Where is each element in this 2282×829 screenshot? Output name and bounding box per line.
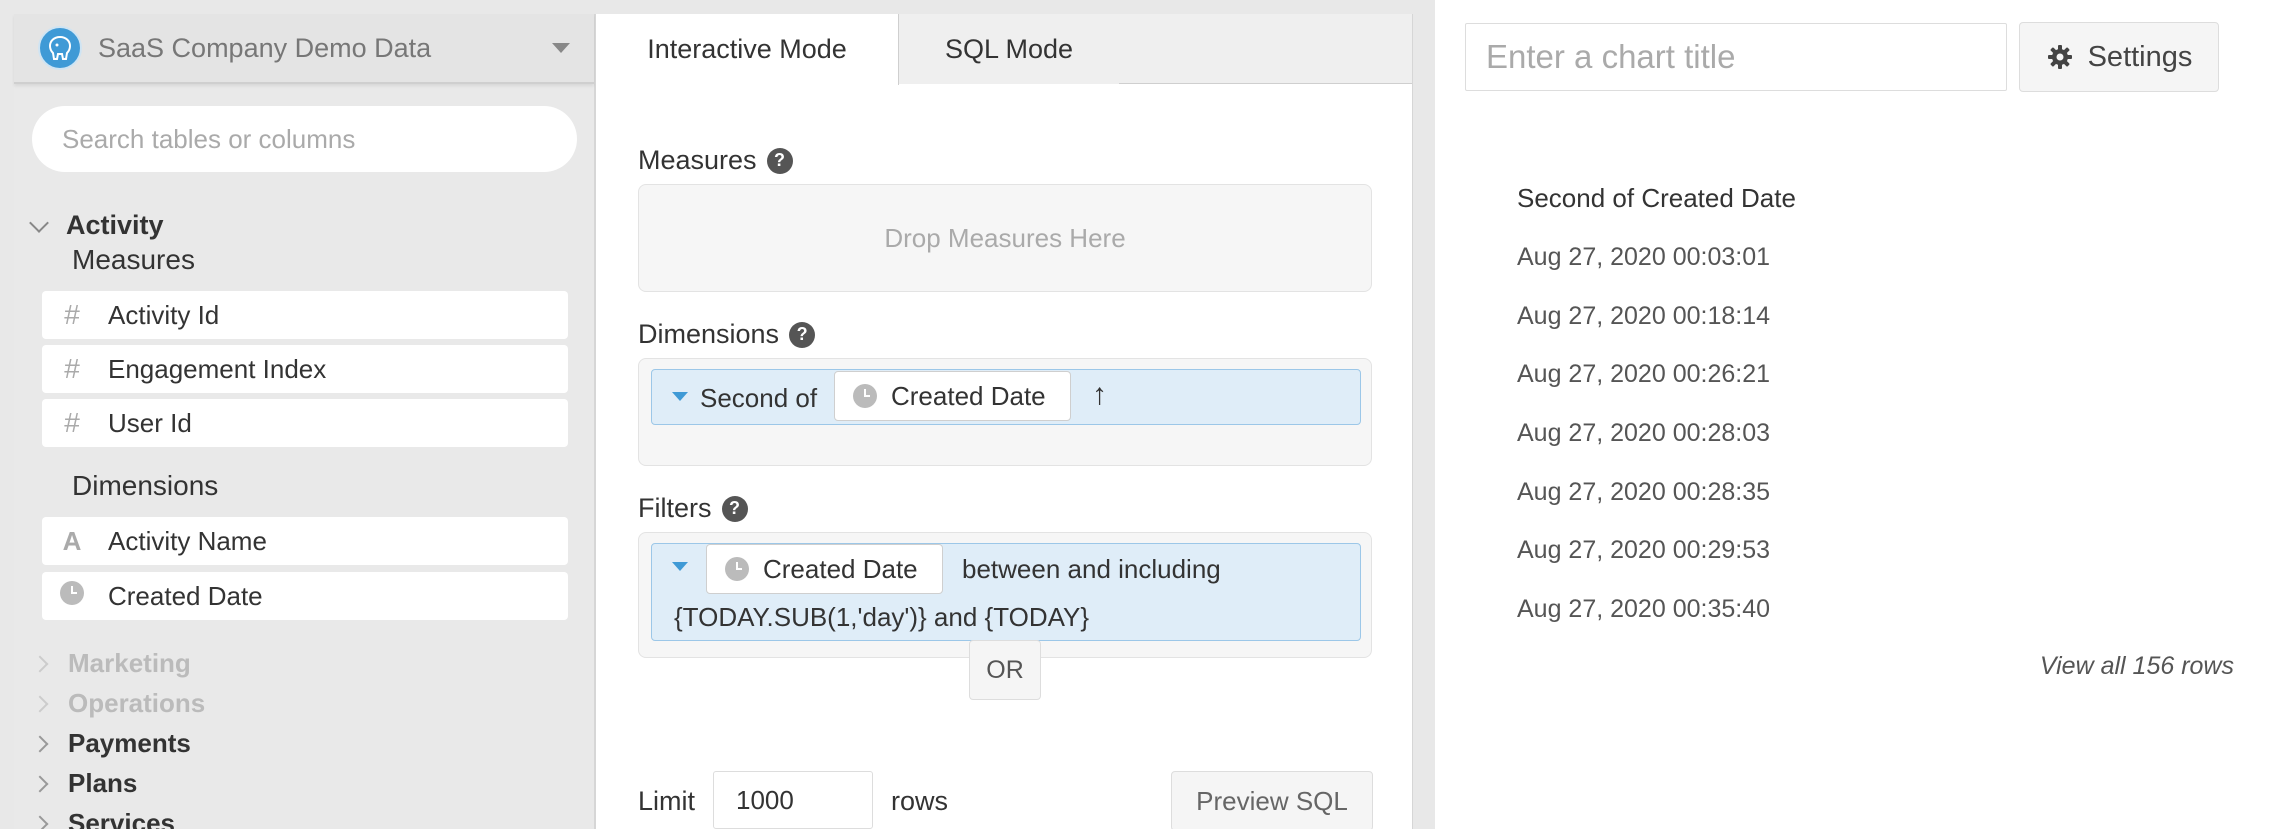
- clock-icon: [853, 384, 877, 408]
- tab-sql-mode[interactable]: SQL Mode: [899, 14, 1119, 84]
- settings-label: Settings: [2087, 40, 2193, 73]
- filters-section-label: Filters ?: [638, 493, 748, 524]
- table-row: Aug 27, 2020 00:29:53: [1517, 536, 1771, 564]
- gear-icon: [2047, 45, 2072, 69]
- section-label-text: Dimensions: [638, 319, 780, 349]
- schema-sidebar: SaaS Company Demo Data Activity Measures…: [14, 14, 595, 829]
- chevron-down-icon: [29, 212, 49, 233]
- drop-placeholder: Drop Measures Here: [884, 223, 1126, 253]
- group-label: Operations: [68, 688, 206, 718]
- clock-icon: [52, 580, 92, 612]
- group-plans[interactable]: Plans: [31, 768, 138, 799]
- field-label: User Id: [108, 407, 192, 438]
- chevron-right-icon: [31, 735, 49, 752]
- table-row: Aug 27, 2020 00:26:21: [1517, 360, 1771, 388]
- table-row: Aug 27, 2020 00:28:03: [1517, 419, 1771, 447]
- group-label: Plans: [68, 768, 138, 798]
- measures-drop-zone[interactable]: Drop Measures Here: [638, 184, 1372, 292]
- measures-subheading: Measures: [72, 244, 195, 275]
- caret-down-icon[interactable]: [672, 562, 688, 571]
- section-label-text: Measures: [638, 145, 757, 175]
- chevron-right-icon: [31, 695, 49, 712]
- hash-icon: #: [64, 407, 80, 438]
- group-activity-header[interactable]: Activity: [28, 210, 164, 241]
- group-payments[interactable]: Payments: [31, 728, 191, 759]
- results-column-header: Second of Created Date: [1517, 183, 1796, 213]
- filter-field-label: Created Date: [763, 553, 918, 584]
- sort-ascending-icon[interactable]: ↑: [1092, 378, 1107, 412]
- query-builder-panel: Interactive Mode SQL Mode Measures ? Dro…: [595, 14, 1413, 829]
- results-panel: Settings Second of Created Date Aug 27, …: [1435, 0, 2282, 829]
- section-label-text: Filters: [638, 493, 712, 523]
- field-engagement-index[interactable]: # Engagement Index: [42, 345, 568, 393]
- dimension-field-label: Created Date: [891, 380, 1046, 411]
- dimension-pill[interactable]: Second of Created Date ↑: [651, 369, 1361, 425]
- dimensions-subheading: Dimensions: [72, 470, 219, 501]
- field-activity-id[interactable]: # Activity Id: [42, 291, 568, 339]
- filter-operator: between and including: [962, 554, 1221, 584]
- group-operations[interactable]: Operations: [31, 688, 206, 719]
- text-type-icon: A: [62, 525, 82, 556]
- help-icon[interactable]: ?: [721, 495, 748, 522]
- field-label: Engagement Index: [108, 353, 327, 384]
- chart-title-input[interactable]: [1465, 23, 2007, 91]
- preview-sql-button[interactable]: Preview SQL: [1171, 771, 1373, 829]
- limit-label: Limit: [638, 786, 696, 816]
- chevron-right-icon: [31, 775, 49, 792]
- mode-tabs: Interactive Mode SQL Mode: [596, 14, 1412, 85]
- rows-label: rows: [891, 786, 949, 816]
- postgres-elephant-icon: [38, 26, 82, 70]
- field-label: Activity Id: [108, 299, 220, 330]
- view-all-rows-link[interactable]: View all 156 rows: [2040, 652, 2234, 681]
- measures-section-label: Measures ?: [638, 145, 793, 176]
- dimension-prefix: Second of: [700, 383, 818, 413]
- schema-search-input[interactable]: [32, 106, 577, 172]
- table-row: Aug 27, 2020 00:35:40: [1517, 595, 1771, 623]
- dimension-field-chip[interactable]: Created Date: [834, 371, 1071, 421]
- group-label: Marketing: [68, 648, 191, 678]
- help-icon[interactable]: ?: [766, 147, 793, 174]
- settings-button[interactable]: Settings: [2019, 22, 2219, 92]
- field-label: Activity Name: [108, 525, 267, 556]
- group-label: Services: [68, 808, 175, 829]
- filter-value: {TODAY.SUB(1,'day')} and {TODAY}: [674, 602, 1090, 632]
- hash-icon: #: [64, 353, 80, 384]
- or-button[interactable]: OR: [969, 640, 1041, 700]
- datasource-selector[interactable]: SaaS Company Demo Data: [14, 14, 594, 84]
- group-services[interactable]: Services: [31, 808, 175, 829]
- dimensions-drop-zone[interactable]: Second of Created Date ↑: [638, 358, 1372, 466]
- field-created-date[interactable]: Created Date: [42, 572, 568, 620]
- limit-input[interactable]: [713, 771, 873, 829]
- caret-down-icon[interactable]: [672, 392, 688, 401]
- chevron-right-icon: [31, 815, 49, 829]
- datasource-name: SaaS Company Demo Data: [98, 32, 432, 63]
- field-user-id[interactable]: # User Id: [42, 399, 568, 447]
- field-label: Created Date: [108, 580, 263, 611]
- field-activity-name[interactable]: A Activity Name: [42, 517, 568, 565]
- filter-pill[interactable]: Created Date between and including {TODA…: [651, 543, 1361, 641]
- chevron-down-icon[interactable]: [552, 43, 570, 53]
- table-row: Aug 27, 2020 00:28:35: [1517, 478, 1771, 506]
- group-activity-label: Activity: [66, 210, 164, 240]
- dimensions-section-label: Dimensions ?: [638, 319, 816, 350]
- group-marketing[interactable]: Marketing: [31, 648, 191, 679]
- table-row: Aug 27, 2020 00:18:14: [1517, 302, 1771, 330]
- clock-icon: [725, 557, 749, 581]
- tab-interactive-mode[interactable]: Interactive Mode: [596, 14, 899, 85]
- hash-icon: #: [64, 299, 80, 330]
- filter-field-chip[interactable]: Created Date: [706, 544, 943, 594]
- table-row: Aug 27, 2020 00:03:01: [1517, 243, 1771, 271]
- chevron-right-icon: [31, 655, 49, 672]
- group-label: Payments: [68, 728, 191, 758]
- help-icon[interactable]: ?: [789, 321, 816, 348]
